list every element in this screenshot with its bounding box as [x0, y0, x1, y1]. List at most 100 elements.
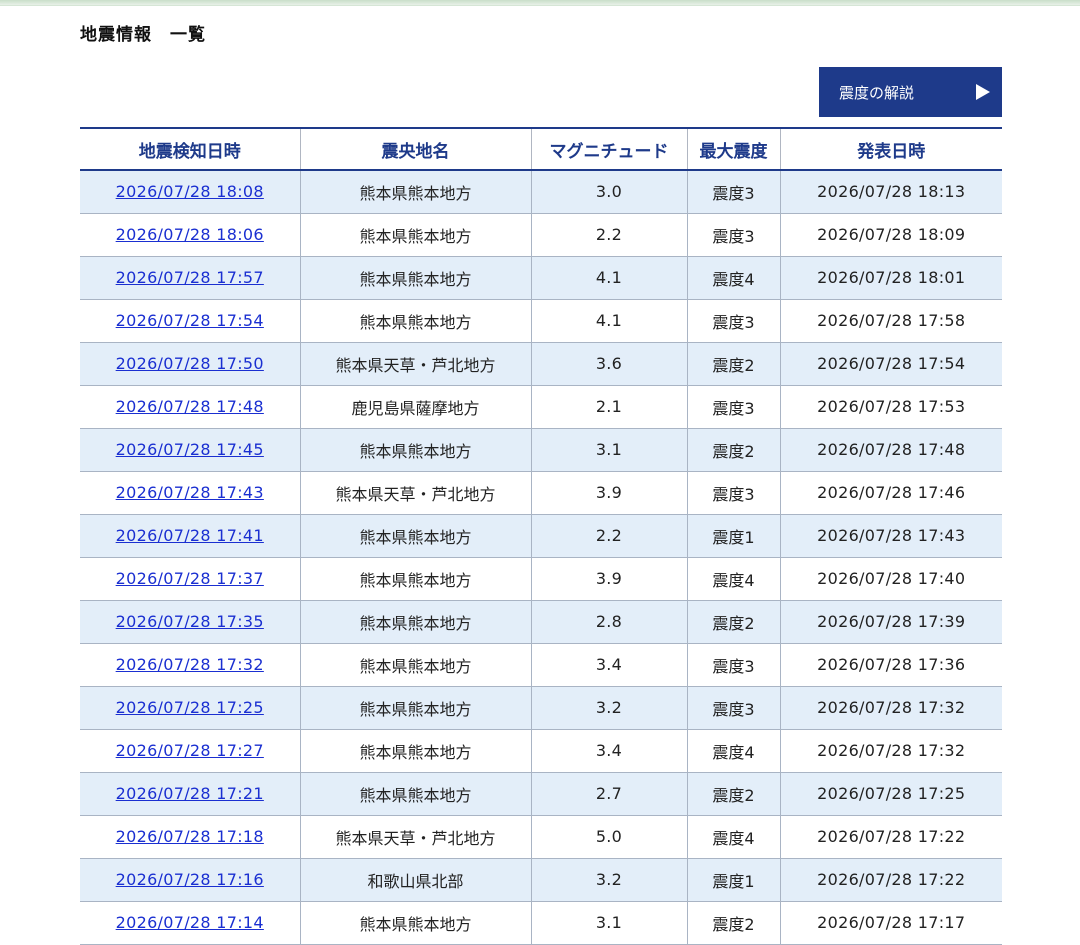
- epicenter-cell: 熊本県熊本地方: [299, 514, 531, 558]
- detected-time-link[interactable]: 2026/07/28 17:48: [116, 397, 264, 416]
- magnitude-cell: 2.8: [530, 600, 687, 644]
- issued-time-cell: 2026/07/28 17:32: [779, 686, 1002, 730]
- detected-time-link[interactable]: 2026/07/28 17:45: [116, 440, 264, 459]
- detected-time-link[interactable]: 2026/07/28 17:50: [116, 354, 264, 373]
- epicenter-cell: 熊本県熊本地方: [299, 299, 531, 343]
- table-row: 2026/07/28 17:45 熊本県熊本地方 3.1 震度2 2026/07/28 …: [80, 428, 1002, 472]
- max-intensity-cell: 震度4: [686, 557, 780, 601]
- table-row: 2026/07/28 17:54 熊本県熊本地方 4.1 震度3 2026/07/28 …: [80, 299, 1002, 343]
- epicenter-cell: 熊本県熊本地方: [299, 600, 531, 644]
- epicenter-cell: 和歌山県北部: [299, 858, 531, 902]
- magnitude-cell: 3.2: [530, 858, 687, 902]
- magnitude-cell: 3.1: [530, 901, 687, 945]
- table-row: 2026/07/28 17:35 熊本県熊本地方 2.8 震度2 2026/07/28 …: [80, 600, 1002, 644]
- max-intensity-cell: 震度2: [686, 428, 780, 472]
- magnitude-cell: 3.0: [530, 170, 687, 214]
- max-intensity-cell: 震度2: [686, 901, 780, 945]
- header-max-intensity: 最大震度: [686, 127, 780, 171]
- detected-time-link[interactable]: 2026/07/28 17:16: [116, 870, 264, 889]
- detected-time-link[interactable]: 2026/07/28 17:32: [116, 655, 264, 674]
- epicenter-cell: 熊本県熊本地方: [299, 428, 531, 472]
- table-row: 2026/07/28 18:06 熊本県熊本地方 2.2 震度3 2026/07/28 …: [80, 213, 1002, 257]
- detected-time-cell: 2026/07/28 17:25: [80, 686, 300, 730]
- detected-time-link[interactable]: 2026/07/28 17:43: [116, 483, 264, 502]
- issued-time-cell: 2026/07/28 17:22: [779, 858, 1002, 902]
- issued-time-cell: 2026/07/28 17:58: [779, 299, 1002, 343]
- header-epicenter: 震央地名: [299, 127, 531, 171]
- table-row: 2026/07/28 17:57 熊本県熊本地方 4.1 震度4 2026/07/28 …: [80, 256, 1002, 300]
- detected-time-link[interactable]: 2026/07/28 17:35: [116, 612, 264, 631]
- detected-time-link[interactable]: 2026/07/28 17:41: [116, 526, 264, 545]
- epicenter-cell: 熊本県熊本地方: [299, 170, 531, 214]
- max-intensity-cell: 震度2: [686, 342, 780, 386]
- table-row: 2026/07/28 17:16 和歌山県北部 3.2 震度1 2026/07/28 1…: [80, 858, 1002, 902]
- max-intensity-cell: 震度4: [686, 256, 780, 300]
- magnitude-cell: 2.1: [530, 385, 687, 429]
- epicenter-cell: 熊本県熊本地方: [299, 772, 531, 816]
- detected-time-link[interactable]: 2026/07/28 17:25: [116, 698, 264, 717]
- table-row: 2026/07/28 17:50 熊本県天草・芦北地方 3.6 震度2 2026/07/…: [80, 342, 1002, 386]
- detected-time-link[interactable]: 2026/07/28 17:21: [116, 784, 264, 803]
- detected-time-cell: 2026/07/28 18:08: [80, 170, 300, 214]
- issued-time-cell: 2026/07/28 17:36: [779, 643, 1002, 687]
- detected-time-cell: 2026/07/28 18:06: [80, 213, 300, 257]
- magnitude-cell: 5.0: [530, 815, 687, 859]
- detected-time-cell: 2026/07/28 17:50: [80, 342, 300, 386]
- detected-time-cell: 2026/07/28 17:35: [80, 600, 300, 644]
- detected-time-cell: 2026/07/28 17:43: [80, 471, 300, 515]
- magnitude-cell: 3.4: [530, 729, 687, 773]
- magnitude-cell: 3.1: [530, 428, 687, 472]
- detected-time-cell: 2026/07/28 17:54: [80, 299, 300, 343]
- epicenter-cell: 熊本県熊本地方: [299, 686, 531, 730]
- detected-time-cell: 2026/07/28 17:37: [80, 557, 300, 601]
- max-intensity-cell: 震度1: [686, 858, 780, 902]
- header-detected-time: 地震検知日時: [80, 127, 300, 171]
- table-row: 2026/07/28 17:18 熊本県天草・芦北地方 5.0 震度4 2026/07/…: [80, 815, 1002, 859]
- issued-time-cell: 2026/07/28 17:32: [779, 729, 1002, 773]
- max-intensity-cell: 震度3: [686, 686, 780, 730]
- detected-time-link[interactable]: 2026/07/28 17:54: [116, 311, 264, 330]
- table-row: 2026/07/28 17:21 熊本県熊本地方 2.7 震度2 2026/07/28 …: [80, 772, 1002, 816]
- detected-time-cell: 2026/07/28 17:57: [80, 256, 300, 300]
- epicenter-cell: 熊本県天草・芦北地方: [299, 471, 531, 515]
- magnitude-cell: 2.2: [530, 213, 687, 257]
- epicenter-cell: 熊本県熊本地方: [299, 643, 531, 687]
- detected-time-link[interactable]: 2026/07/28 18:08: [116, 182, 264, 201]
- detected-time-cell: 2026/07/28 17:16: [80, 858, 300, 902]
- detected-time-cell: 2026/07/28 17:48: [80, 385, 300, 429]
- epicenter-cell: 熊本県熊本地方: [299, 901, 531, 945]
- issued-time-cell: 2026/07/28 17:54: [779, 342, 1002, 386]
- issued-time-cell: 2026/07/28 18:09: [779, 213, 1002, 257]
- epicenter-cell: 熊本県熊本地方: [299, 213, 531, 257]
- detected-time-link[interactable]: 2026/07/28 18:06: [116, 225, 264, 244]
- table-row: 2026/07/28 17:32 熊本県熊本地方 3.4 震度3 2026/07/28 …: [80, 643, 1002, 687]
- detected-time-link[interactable]: 2026/07/28 17:18: [116, 827, 264, 846]
- table-row: 2026/07/28 17:14 熊本県熊本地方 3.1 震度2 2026/07/28 …: [80, 901, 1002, 945]
- header-issued-time: 発表日時: [779, 127, 1002, 171]
- table-row: 2026/07/28 17:43 熊本県天草・芦北地方 3.9 震度3 2026/07/…: [80, 471, 1002, 515]
- magnitude-cell: 4.1: [530, 299, 687, 343]
- epicenter-cell: 熊本県天草・芦北地方: [299, 815, 531, 859]
- detected-time-link[interactable]: 2026/07/28 17:27: [116, 741, 264, 760]
- max-intensity-cell: 震度3: [686, 643, 780, 687]
- table-body: 2026/07/28 18:08 熊本県熊本地方 3.0 震度3 2026/07/28 …: [80, 170, 1002, 945]
- table-row: 2026/07/28 17:27 熊本県熊本地方 3.4 震度4 2026/07/28 …: [80, 729, 1002, 773]
- table-row: 2026/07/28 18:08 熊本県熊本地方 3.0 震度3 2026/07/28 …: [80, 170, 1002, 214]
- issued-time-cell: 2026/07/28 17:46: [779, 471, 1002, 515]
- issued-time-cell: 2026/07/28 18:13: [779, 170, 1002, 214]
- magnitude-cell: 3.9: [530, 471, 687, 515]
- intensity-guide-button[interactable]: 震度の解説: [819, 67, 1002, 117]
- issued-time-cell: 2026/07/28 17:39: [779, 600, 1002, 644]
- detected-time-link[interactable]: 2026/07/28 17:14: [116, 913, 264, 932]
- epicenter-cell: 鹿児島県薩摩地方: [299, 385, 531, 429]
- max-intensity-cell: 震度1: [686, 514, 780, 558]
- magnitude-cell: 2.7: [530, 772, 687, 816]
- detected-time-link[interactable]: 2026/07/28 17:57: [116, 268, 264, 287]
- magnitude-cell: 3.6: [530, 342, 687, 386]
- table-row: 2026/07/28 17:37 熊本県熊本地方 3.9 震度4 2026/07/28 …: [80, 557, 1002, 601]
- detected-time-link[interactable]: 2026/07/28 17:37: [116, 569, 264, 588]
- table-row: 2026/07/28 17:48 鹿児島県薩摩地方 2.1 震度3 2026/07/28…: [80, 385, 1002, 429]
- max-intensity-cell: 震度2: [686, 772, 780, 816]
- epicenter-cell: 熊本県熊本地方: [299, 256, 531, 300]
- issued-time-cell: 2026/07/28 17:53: [779, 385, 1002, 429]
